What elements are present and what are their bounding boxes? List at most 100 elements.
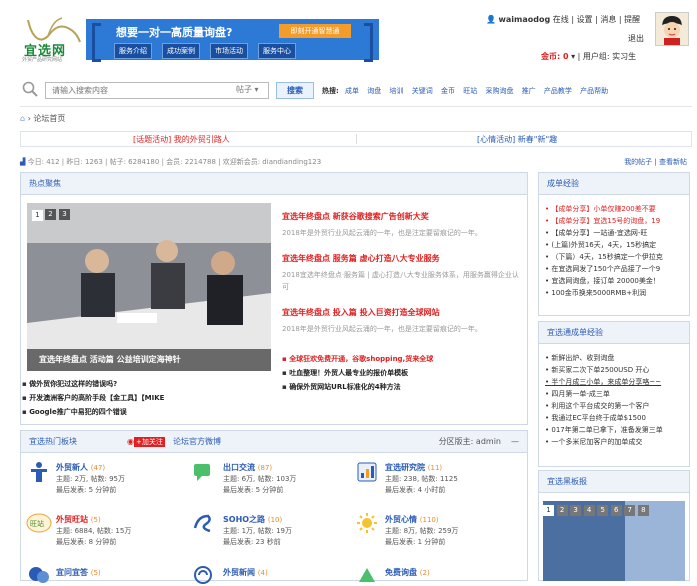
news-bullet[interactable]: 确保外贸网站URL标准化的4种方法: [282, 382, 400, 392]
breadcrumb-home[interactable]: 论坛首页: [33, 114, 65, 123]
board-title: 免费询盘 (2): [385, 568, 430, 577]
list-item[interactable]: 【成单分享】小单仅赚200差不要: [545, 203, 685, 215]
promo-banner[interactable]: 想要一对一高质量询盘? 即刻开通智慧通 服务介绍 成功案例 市场活动 服务中心: [86, 19, 379, 62]
hot-search-item[interactable]: 产品教学: [544, 87, 572, 95]
news-title-3[interactable]: 宜选年终盘点 投入篇 投入巨资打造全球网站: [282, 307, 440, 318]
list-item[interactable]: 在宜选网发了150个产品接了一个9: [545, 263, 685, 275]
list-item[interactable]: (上篇)外贸16天，4天，15秒搞定: [545, 239, 685, 251]
blackboard-page[interactable]: 2: [556, 505, 568, 516]
blackboard-page[interactable]: 1: [543, 505, 554, 516]
list-item[interactable]: 100金币换来5000RMB+利润: [545, 287, 685, 299]
panel-title: 热点聚焦: [21, 173, 527, 195]
board-title: SOHO之路 (10): [223, 515, 283, 524]
logout-link[interactable]: 退出: [628, 33, 644, 44]
reminders-link[interactable]: 提醒: [624, 15, 640, 24]
news-desc-3: 2018年是外贸行业风起云涌的一年，也是注定要留痕记的一年。: [282, 325, 482, 333]
qa-bubble-icon: [29, 567, 49, 583]
banner-question: 想要一对一高质量询盘?: [116, 26, 233, 39]
news-title-1[interactable]: 宜选年终盘点 新获谷歌搜索广告创新大奖: [282, 211, 429, 222]
board-meta: 主题: 6万, 帖数: 103万 最后发表: 5 分钟前: [223, 475, 297, 494]
list-item[interactable]: 新买家二次下单2500USD 开心: [545, 364, 685, 376]
focus-slideshow[interactable]: 1 2 3 宜选年终盘点 活动篇 公益培训定海神针: [27, 203, 271, 371]
hot-search-item[interactable]: 关键词: [412, 87, 433, 95]
list-item[interactable]: 我通过EC平台终于成单$1500: [545, 412, 685, 424]
sun-icon: [357, 513, 377, 533]
news-bullet[interactable]: 开发澳洲客户的高阶手段【金工具】【MIKE: [22, 393, 164, 403]
slide-page-3[interactable]: 3: [59, 209, 70, 220]
list-item[interactable]: 利用这个平台成交的第一个客户: [545, 400, 685, 412]
boards-title: 宜选热门板块: [29, 437, 77, 446]
research-chart-icon: [357, 462, 377, 482]
news-bullet[interactable]: 吐血整理！外贸人最专业的报价单模板: [282, 368, 408, 378]
list-item[interactable]: 四月第一单-成三单: [545, 388, 685, 400]
slide-page-1[interactable]: 1: [31, 209, 44, 222]
avatar[interactable]: [655, 12, 689, 46]
news-title-2[interactable]: 宜选年终盘点 服务篇 虚心打造八大专业服务: [282, 253, 440, 264]
board-title: 出口交流 (87): [223, 463, 273, 472]
list-item[interactable]: 宜选网询盘，接订单 20000美金！: [545, 275, 685, 287]
board-title: 宜选研究院 (11): [385, 463, 443, 472]
panel-title: 宜选黑板报: [539, 471, 689, 493]
settings-link[interactable]: 设置: [577, 15, 593, 24]
hot-search-item[interactable]: 金币: [441, 87, 455, 95]
blackboard-page[interactable]: 8: [637, 505, 649, 516]
board-meta: 主题: 2万, 帖数: 95万 最后发表: 5 分钟前: [56, 475, 125, 494]
list-item[interactable]: （下篇）4天，15秒搞定一个伊拉克: [545, 251, 685, 263]
blackboard-page[interactable]: 3: [570, 505, 582, 516]
panel-title: 成单经验: [539, 173, 689, 195]
ec-deal-panel: 宜选通成单经验 新鲜出炉、收到询盘 新买家二次下单2500USD 开心 半个月成…: [538, 321, 690, 467]
board-title: 外贸新闻 (4): [223, 568, 268, 577]
collapse-icon[interactable]: —: [511, 431, 519, 453]
forum-stats: ▟ 今日: 412 | 昨日: 1263 | 帖子: 6284180 | 会员:…: [20, 157, 321, 167]
hot-search-item[interactable]: 询盘: [367, 87, 381, 95]
my-posts-links[interactable]: 我的帖子 | 查看新帖: [624, 157, 687, 167]
banner-nav-services[interactable]: 服务介绍: [114, 43, 152, 59]
search-button[interactable]: 搜索: [276, 82, 314, 99]
banner-nav-events[interactable]: 市场活动: [210, 43, 248, 59]
activity-topic-link[interactable]: [话题活动] 我的外贸引路人: [133, 134, 230, 145]
svg-text:旺站: 旺站: [30, 519, 44, 528]
list-item[interactable]: 新鲜出炉、收到询盘: [545, 352, 685, 364]
hot-search-item[interactable]: 成单: [345, 87, 359, 95]
weibo-follow-button[interactable]: +加关注: [133, 437, 165, 447]
list-item[interactable]: 一个多米尼加客户的加单成交: [545, 436, 685, 448]
stats-chart-icon: ▟: [20, 158, 26, 166]
coins-label[interactable]: 金币: 0: [541, 52, 569, 61]
panel-title: 宜选通成单经验: [539, 322, 689, 344]
list-item[interactable]: 【成单分享】一站通-宜选网-旺: [545, 227, 685, 239]
banner-nav-center[interactable]: 服务中心: [258, 43, 296, 59]
home-icon[interactable]: ⌂: [20, 114, 25, 123]
list-item[interactable]: 半个月成三小单，来成单分享咯~~: [545, 376, 685, 388]
blackboard-page[interactable]: 4: [583, 505, 595, 516]
hot-search-item[interactable]: 旺站: [463, 87, 477, 95]
activity-mood-link[interactable]: [心情活动] 新春"新"趣: [477, 134, 557, 145]
weibo-icon[interactable]: ◉ +加关注: [127, 431, 165, 453]
board-title: 外贸心情 (110): [385, 515, 439, 524]
news-bullet[interactable]: 全球狂欢免费开通，谷歌shopping,货来全球: [282, 354, 433, 364]
blackboard-page[interactable]: 7: [624, 505, 636, 516]
banner-cta-button[interactable]: 即刻开通智慧通: [279, 24, 351, 38]
user-group: 用户组: 实习生: [582, 52, 637, 61]
hot-search-item[interactable]: 产品帮助: [580, 87, 608, 95]
hot-search-item[interactable]: 培训: [390, 87, 404, 95]
search-type-select[interactable]: 帖子 ▾: [236, 84, 259, 95]
list-item[interactable]: 【成单分享】宜选15号的询盘，19: [545, 215, 685, 227]
username-link[interactable]: waimaodog: [499, 15, 551, 24]
blackboard-page[interactable]: 5: [597, 505, 609, 516]
slide-caption[interactable]: 宜选年终盘点 活动篇 公益培训定海神针: [27, 349, 271, 371]
blackboard-slideshow[interactable]: 1 2 3 4 5 6 7 8: [543, 501, 685, 581]
banner-nav-cases[interactable]: 成功案例: [162, 43, 200, 59]
hot-search-item[interactable]: 采购询盘: [485, 87, 513, 95]
weibo-label[interactable]: 论坛官方微博: [173, 431, 221, 453]
board-meta: 主题: 6884, 帖数: 15万 最后发表: 8 分钟前: [56, 527, 132, 546]
messages-link[interactable]: 消息: [600, 15, 616, 24]
hot-search-item[interactable]: 推广: [522, 87, 536, 95]
slide-page-2[interactable]: 2: [45, 209, 56, 220]
board-meta: 主题: 1万, 帖数: 19万 最后发表: 23 秒前: [223, 527, 292, 546]
news-bullet[interactable]: 做外贸你犯过这样的错误吗?: [22, 379, 117, 389]
list-item[interactable]: 017年第二单已拿下，准备发第三单: [545, 424, 685, 436]
news-bullet[interactable]: Google推广中易犯的四个错误: [22, 407, 127, 417]
board-title: 外贸新人 (47): [56, 463, 106, 472]
search-icon[interactable]: [22, 81, 38, 97]
blackboard-page[interactable]: 6: [610, 505, 622, 516]
